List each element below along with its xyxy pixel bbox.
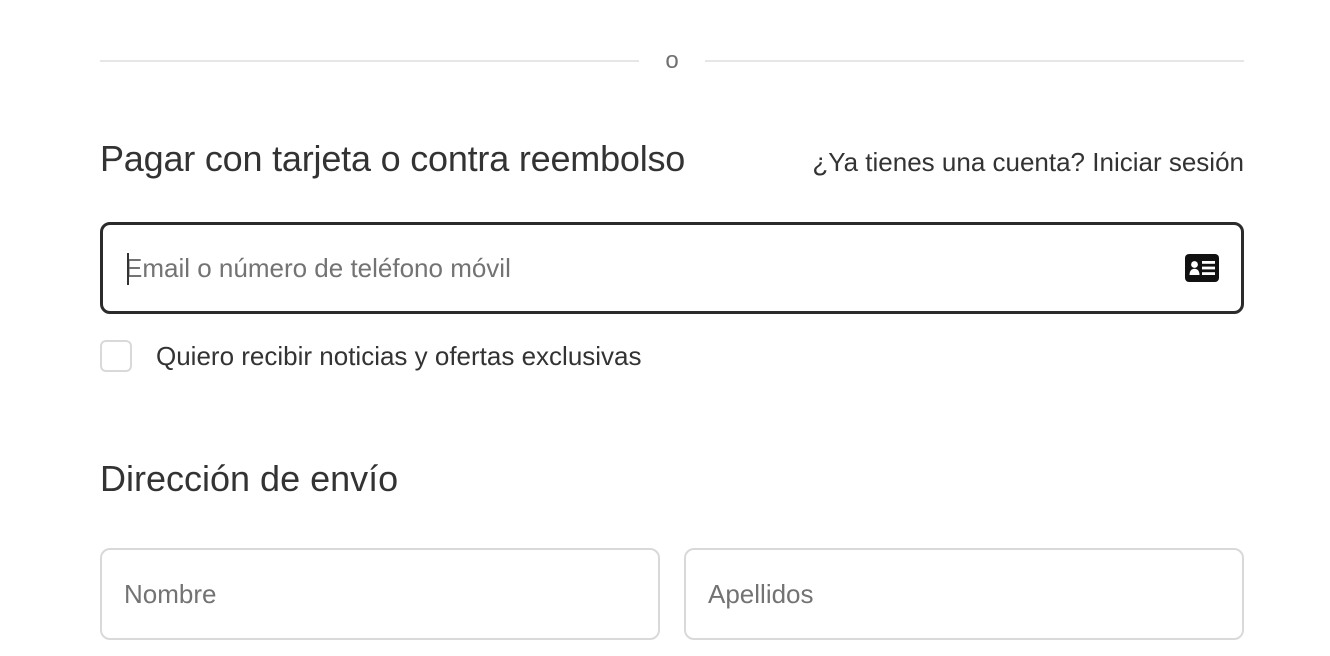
login-link[interactable]: Iniciar sesión <box>1092 147 1244 177</box>
email-or-phone-input[interactable] <box>125 252 1173 284</box>
newsletter-checkbox-row[interactable]: Quiero recibir noticias y ofertas exclus… <box>100 340 642 372</box>
contact-field[interactable] <box>100 222 1244 314</box>
shipping-section-title: Dirección de envío <box>100 458 399 499</box>
last-name-input[interactable] <box>708 578 1220 610</box>
divider-text: o <box>665 47 679 74</box>
text-caret <box>127 253 129 285</box>
contact-section-header: Pagar con tarjeta o contra reembolso ¿Ya… <box>100 134 1244 184</box>
login-prompt-text: ¿Ya tienes una cuenta? <box>812 146 1086 177</box>
last-name-field[interactable] <box>684 548 1244 640</box>
newsletter-checkbox[interactable] <box>100 340 132 372</box>
contact-section-title: Pagar con tarjeta o contra reembolso <box>100 138 686 179</box>
contact-card-icon[interactable] <box>1185 254 1219 282</box>
first-name-field[interactable] <box>100 548 660 640</box>
login-prompt: ¿Ya tienes una cuenta? Iniciar sesión <box>812 147 1244 178</box>
divider-line-left <box>100 60 640 62</box>
divider-line-right <box>704 60 1245 62</box>
newsletter-label[interactable]: Quiero recibir noticias y ofertas exclus… <box>156 341 642 372</box>
first-name-input[interactable] <box>124 578 636 610</box>
or-divider: o <box>100 44 1245 78</box>
